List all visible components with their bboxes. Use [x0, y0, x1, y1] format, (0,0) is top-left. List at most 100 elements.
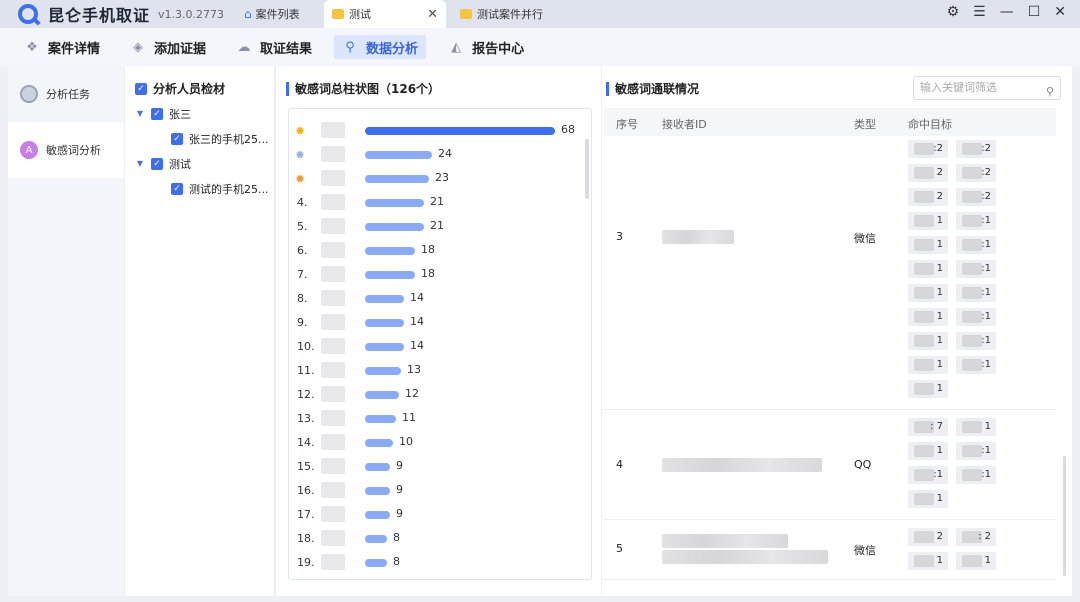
- checkbox-icon[interactable]: ✓: [151, 107, 163, 120]
- hit-target-tag[interactable]: 1: [908, 552, 948, 570]
- chart-rank-label: 19.: [297, 556, 315, 569]
- tree-root[interactable]: ✓ 分析人员检材: [125, 76, 274, 101]
- hit-target-tag[interactable]: 2: [908, 188, 948, 206]
- hit-target-tag[interactable]: 1: [908, 332, 948, 350]
- hit-target-tag[interactable]: 1: [908, 356, 948, 374]
- hit-target-tag[interactable]: 1: [908, 212, 948, 230]
- home-icon: ⌂: [244, 7, 252, 21]
- close-icon[interactable]: ✕: [427, 7, 438, 22]
- chart-bar[interactable]: [365, 199, 424, 207]
- minimize-icon[interactable]: —: [1000, 4, 1014, 20]
- chart-bar[interactable]: [365, 175, 429, 183]
- tab-test-parallel[interactable]: 测试案件并行: [452, 0, 582, 28]
- hit-target-tag[interactable]: :1: [908, 466, 948, 484]
- settings-icon[interactable]: ⚙: [947, 4, 960, 20]
- menu-icon[interactable]: ☰: [973, 4, 986, 20]
- hit-target-tag[interactable]: :1: [956, 356, 996, 374]
- chart-bar[interactable]: [365, 319, 404, 327]
- chart-bar[interactable]: [365, 559, 387, 567]
- chart-bar[interactable]: [365, 343, 404, 351]
- checkbox-icon[interactable]: ✓: [171, 182, 183, 195]
- window-controls: ⚙ ☰ — ☐ ✕: [947, 4, 1066, 20]
- chart-bar[interactable]: [365, 127, 555, 135]
- hit-target-tag[interactable]: : 7: [908, 418, 948, 436]
- caret-down-icon[interactable]: ▼: [133, 159, 147, 168]
- chart-bar[interactable]: [365, 487, 390, 495]
- header-index: 序号: [616, 118, 638, 131]
- hit-target-tag[interactable]: :1: [956, 308, 996, 326]
- table-scrollbar[interactable]: [1063, 456, 1066, 576]
- tree-item-test-phone[interactable]: ✓ 测试的手机25...: [125, 176, 274, 201]
- chart-bar[interactable]: [365, 415, 396, 423]
- sensitive-word-blurred: [321, 242, 345, 258]
- tree-group-zhangsan[interactable]: ▼ ✓ 张三: [125, 101, 274, 126]
- hit-target-tag[interactable]: 1: [908, 284, 948, 302]
- chart-bar[interactable]: [365, 439, 393, 447]
- hit-word-blurred: [914, 531, 934, 543]
- nav-analysis-task[interactable]: 分析任务: [8, 66, 124, 122]
- hit-target-tag[interactable]: 1: [908, 308, 948, 326]
- chart-bar[interactable]: [365, 223, 424, 231]
- chart-bar[interactable]: [365, 271, 415, 279]
- sensitive-word-blurred: [321, 362, 345, 378]
- hit-target-tag[interactable]: 2: [908, 164, 948, 182]
- hit-word-blurred: [914, 311, 934, 323]
- chart-row: 4. 21: [289, 191, 589, 215]
- hit-target-tag[interactable]: :1: [956, 212, 996, 230]
- hit-target-tag[interactable]: :1: [956, 236, 996, 254]
- chart-bar[interactable]: [365, 367, 401, 375]
- hit-target-tag[interactable]: :1: [956, 332, 996, 350]
- table-row[interactable]: 5 微信 2: 211: [604, 520, 1056, 580]
- toolbar-add-evidence[interactable]: ◈ 添加证据: [122, 35, 214, 59]
- table-row[interactable]: 3 微信 :2:2 2:2 2:2 1:1 1:1 1:1 1:1 1:1 1:1 1:1 1: [604, 136, 1056, 410]
- hit-target-tag[interactable]: :1: [956, 466, 996, 484]
- hit-target-tag[interactable]: :2: [956, 164, 996, 182]
- hit-target-tag[interactable]: :2: [956, 140, 996, 158]
- chart-value-label: 21: [430, 219, 444, 232]
- hit-target-tag[interactable]: 1: [908, 380, 948, 398]
- receiver-id-blurred: [662, 458, 822, 472]
- chart-rank-label: 7.: [297, 268, 308, 281]
- checkbox-icon[interactable]: ✓: [151, 157, 163, 170]
- hit-target-tag[interactable]: 1: [956, 418, 996, 436]
- hit-word-blurred: [914, 493, 934, 505]
- chart-bar[interactable]: [365, 295, 404, 303]
- chart-bar[interactable]: [365, 463, 390, 471]
- checkbox-icon[interactable]: ✓: [135, 82, 147, 95]
- hit-target-tag[interactable]: 2: [908, 528, 948, 546]
- tree-item-zhangsan-phone[interactable]: ✓ 张三的手机25...: [125, 126, 274, 151]
- hit-target-tag[interactable]: 1: [956, 552, 996, 570]
- hit-target-tag[interactable]: :1: [956, 260, 996, 278]
- toolbar-data-analysis[interactable]: ⚲ 数据分析: [334, 35, 427, 59]
- chart-bar[interactable]: [365, 151, 432, 159]
- hit-target-tag[interactable]: :1: [956, 284, 996, 302]
- tree-group-test[interactable]: ▼ ✓ 测试: [125, 151, 274, 176]
- chart-bar[interactable]: [365, 391, 399, 399]
- toolbar-report-center[interactable]: ◭ 报告中心: [440, 35, 532, 59]
- chart-bar[interactable]: [365, 535, 387, 543]
- hit-target-tag[interactable]: 1: [908, 490, 948, 508]
- hit-target-tag[interactable]: :1: [956, 442, 996, 460]
- search-icon[interactable]: ⚲: [1046, 81, 1054, 103]
- toolbar-result[interactable]: ☁ 取证结果: [228, 35, 320, 59]
- hit-target-tag[interactable]: 1: [908, 260, 948, 278]
- chart-bar[interactable]: [365, 511, 390, 519]
- maximize-icon[interactable]: ☐: [1028, 4, 1041, 20]
- tab-test[interactable]: 测试 ✕: [324, 0, 447, 28]
- chart-bar[interactable]: [365, 247, 415, 255]
- nav-sensitive-word-analysis[interactable]: A 敏感词分析: [8, 122, 124, 178]
- hit-word-blurred: [914, 263, 934, 275]
- hit-target-tag[interactable]: 1: [908, 442, 948, 460]
- checkbox-icon[interactable]: ✓: [171, 132, 183, 145]
- hit-target-tag[interactable]: :2: [908, 140, 948, 158]
- close-window-icon[interactable]: ✕: [1054, 4, 1066, 20]
- hit-word-blurred: [962, 167, 982, 179]
- tab-case-list[interactable]: ⌂ 案件列表: [236, 0, 324, 28]
- keyword-filter-input[interactable]: 输入关键词筛选 ⚲: [913, 76, 1061, 100]
- hit-target-tag[interactable]: 1: [908, 236, 948, 254]
- hit-target-tag[interactable]: :2: [956, 188, 996, 206]
- toolbar-case-detail[interactable]: ❖ 案件详情: [16, 35, 108, 59]
- hit-target-tag[interactable]: : 2: [956, 528, 996, 546]
- caret-down-icon[interactable]: ▼: [133, 109, 147, 118]
- table-row[interactable]: 4 QQ : 7 1 1:1:1:1 1: [604, 410, 1056, 520]
